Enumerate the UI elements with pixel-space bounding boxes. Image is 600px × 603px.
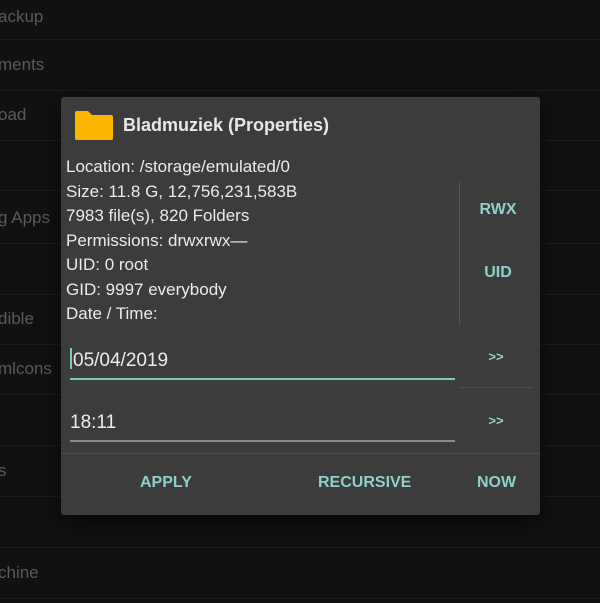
divider [459, 387, 533, 388]
divider [61, 453, 540, 454]
recursive-button[interactable]: RECURSIVE [318, 474, 411, 492]
list-item-label: s [0, 461, 7, 480]
rwx-button[interactable]: RWX [458, 201, 538, 219]
date-value: 05/04/2019 [73, 350, 169, 371]
field-underline [70, 378, 455, 380]
uid-text: UID: 0 root [66, 255, 149, 274]
size-text: Size: 11.8 G, 12,756,231,583B [66, 181, 298, 201]
screen: ackup ments oad g Apps dible mlcons s ch… [0, 0, 600, 603]
list-item-label: g Apps [0, 208, 50, 227]
list-item-label: ackup [0, 6, 44, 26]
location-text: Location: /storage/emulated/0 [66, 157, 290, 176]
now-button[interactable]: NOW [477, 474, 516, 492]
time-value: 18:11 [70, 412, 117, 433]
list-item[interactable]: ments [0, 40, 600, 91]
field-underline [70, 440, 455, 442]
datetime-label: Date / Time: [66, 304, 158, 323]
apply-button[interactable]: APPLY [140, 474, 192, 492]
time-field[interactable]: 18:11 [70, 412, 455, 442]
dialog-header: Bladmuziek (Properties) [73, 109, 329, 141]
uid-button[interactable]: UID [458, 264, 538, 282]
time-next-button[interactable]: >> [481, 413, 511, 428]
properties-info: Location: /storage/emulated/0 Size: 11.8… [66, 155, 456, 327]
list-item-label: chine [0, 563, 39, 582]
list-item-label: dible [0, 309, 34, 328]
date-next-button[interactable]: >> [481, 349, 511, 364]
list-item[interactable]: chine [0, 548, 600, 599]
file-count-text: 7983 file(s), 820 Folders [66, 206, 250, 225]
permissions-text: Permissions: drwxrwx— [66, 230, 248, 250]
gid-text: GID: 9997 everybody [66, 279, 227, 299]
list-item-label: oad [0, 105, 27, 124]
list-item-label: mlcons [0, 359, 52, 378]
date-field[interactable]: 05/04/2019 [70, 348, 455, 380]
text-cursor [70, 348, 72, 369]
dialog-title: Bladmuziek (Properties) [123, 114, 330, 135]
date-field-text: 05/04/2019 [70, 348, 168, 372]
list-item-label: ments [0, 55, 45, 74]
properties-dialog: Bladmuziek (Properties) Location: /stora… [61, 97, 540, 515]
folder-icon [73, 109, 115, 141]
list-item[interactable]: ackup [0, 0, 600, 40]
